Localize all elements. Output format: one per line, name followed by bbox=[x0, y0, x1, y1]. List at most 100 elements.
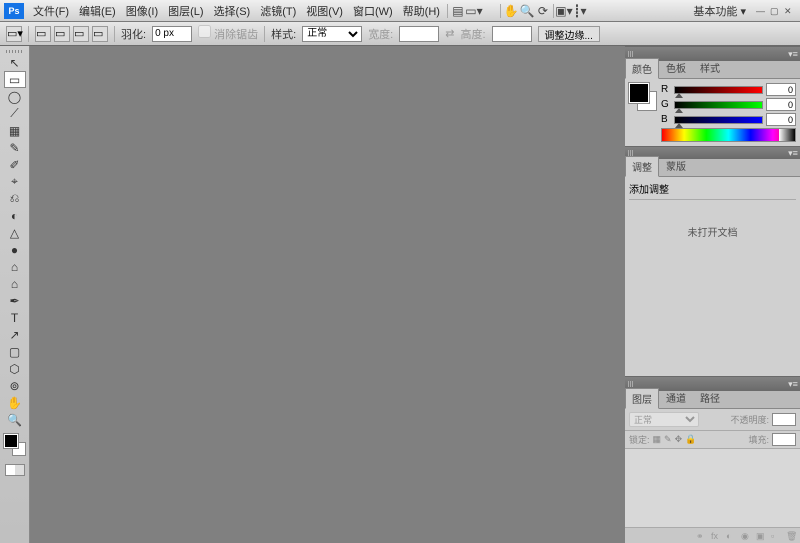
menu-layer[interactable]: 图层(L) bbox=[163, 3, 208, 19]
opacity-label: 不透明度: bbox=[730, 413, 769, 426]
selection-new-icon[interactable]: ▭ bbox=[35, 26, 51, 42]
eraser-tool[interactable]: △ bbox=[4, 224, 26, 241]
camera-tool[interactable]: ⊚ bbox=[4, 377, 26, 394]
blur-tool[interactable]: ⌂ bbox=[4, 258, 26, 275]
menu-select[interactable]: 选择(S) bbox=[209, 3, 256, 19]
workspace: ↖ ▭ ◯ ⟋ ▦ ✎ ✐ ⌖ ⎌ ◐ △ ● ⌂ ⌂ ✒ T ↗ ▢ ⬡ ⊚ … bbox=[0, 46, 800, 543]
minimize-button[interactable]: — bbox=[756, 6, 766, 16]
lasso-tool[interactable]: ◯ bbox=[4, 88, 26, 105]
selection-subtract-icon[interactable]: ▭ bbox=[73, 26, 89, 42]
link-layers-icon[interactable]: ⚭ bbox=[696, 531, 706, 541]
view-extras-icon[interactable]: ┋▾ bbox=[572, 3, 588, 19]
b-label: B bbox=[661, 114, 671, 125]
new-layer-icon[interactable]: ▫ bbox=[771, 531, 781, 541]
fg-swatch[interactable] bbox=[629, 83, 649, 103]
layers-panel: ▾≡ 图层 通道 路径 正常 不透明度: 锁定: ▦ ✎ ✥ 🔒 填充: bbox=[625, 376, 800, 543]
path-select-tool[interactable]: ↗ bbox=[4, 326, 26, 343]
refine-edge-button[interactable]: 调整边缘... bbox=[538, 26, 600, 42]
menu-edit[interactable]: 编辑(E) bbox=[74, 3, 121, 19]
panel-grip[interactable] bbox=[625, 51, 637, 57]
layer-fx-icon[interactable]: fx bbox=[711, 531, 721, 541]
color-swatches[interactable] bbox=[4, 434, 26, 458]
separator bbox=[447, 4, 448, 18]
marquee-tool[interactable]: ▭ bbox=[4, 71, 26, 88]
hand-tool[interactable]: ✋ bbox=[4, 394, 26, 411]
type-tool[interactable]: T bbox=[4, 309, 26, 326]
maximize-button[interactable]: ▢ bbox=[770, 6, 780, 16]
tab-adjustments[interactable]: 调整 bbox=[625, 156, 659, 177]
b-input[interactable] bbox=[766, 113, 796, 126]
menu-help[interactable]: 帮助(H) bbox=[398, 3, 445, 19]
selection-add-icon[interactable]: ▭ bbox=[54, 26, 70, 42]
new-adjustment-icon[interactable]: ◉ bbox=[741, 531, 751, 541]
zoom-level bbox=[482, 3, 498, 19]
tab-layers[interactable]: 图层 bbox=[625, 388, 659, 409]
tab-paths[interactable]: 路径 bbox=[693, 387, 727, 408]
selection-intersect-icon[interactable]: ▭ bbox=[92, 26, 108, 42]
heal-tool[interactable]: ✐ bbox=[4, 156, 26, 173]
crop-tool[interactable]: ▦ bbox=[4, 122, 26, 139]
b-slider[interactable] bbox=[674, 116, 763, 124]
wand-tool[interactable]: ⟋ bbox=[4, 105, 26, 122]
color-panel: ▾≡ 颜色 色板 样式 R G bbox=[625, 46, 800, 146]
tab-color[interactable]: 颜色 bbox=[625, 58, 659, 79]
menu-window[interactable]: 窗口(W) bbox=[348, 3, 398, 19]
gradient-tool[interactable]: ● bbox=[4, 241, 26, 258]
menu-image[interactable]: 图像(I) bbox=[121, 3, 163, 19]
panel-grip[interactable] bbox=[625, 381, 637, 387]
eyedropper-tool[interactable]: ✎ bbox=[4, 139, 26, 156]
3d-tool[interactable]: ⬡ bbox=[4, 360, 26, 377]
add-mask-icon[interactable]: ◐ bbox=[726, 531, 736, 541]
panel-menu-icon[interactable]: ▾≡ bbox=[786, 148, 800, 159]
pen-tool[interactable]: ✒ bbox=[4, 292, 26, 309]
workspace-switcher[interactable]: 基本功能 ▾ bbox=[689, 3, 750, 19]
delete-layer-icon[interactable]: 🗑 bbox=[786, 531, 796, 541]
quickmask-toggle[interactable] bbox=[5, 464, 25, 476]
foreground-color-swatch[interactable] bbox=[4, 434, 18, 448]
menu-view[interactable]: 视图(V) bbox=[301, 3, 348, 19]
zoom-tool[interactable]: 🔍 bbox=[4, 411, 26, 428]
tab-styles[interactable]: 样式 bbox=[693, 57, 727, 78]
separator bbox=[553, 4, 554, 18]
launch-bridge-icon[interactable]: ▤ bbox=[450, 3, 466, 19]
swap-icon: ⇄ bbox=[445, 27, 454, 40]
r-input[interactable] bbox=[766, 83, 796, 96]
separator bbox=[500, 4, 501, 18]
hand-tool-icon[interactable]: ✋ bbox=[503, 3, 519, 19]
tab-channels[interactable]: 通道 bbox=[659, 387, 693, 408]
arrange-docs-icon[interactable]: ▭▾ bbox=[466, 3, 482, 19]
rotate-view-icon[interactable]: ⟳ bbox=[535, 3, 551, 19]
width-input bbox=[399, 26, 439, 42]
shape-tool[interactable]: ▢ bbox=[4, 343, 26, 360]
antialias-checkbox: 消除锯齿 bbox=[198, 25, 258, 42]
brush-tool[interactable]: ⌖ bbox=[4, 173, 26, 190]
panel-color-swatches[interactable] bbox=[629, 83, 657, 111]
g-slider[interactable] bbox=[674, 101, 763, 109]
style-select[interactable]: 正常 bbox=[302, 26, 362, 42]
history-brush-tool[interactable]: ◐ bbox=[4, 207, 26, 224]
move-tool[interactable]: ↖ bbox=[4, 54, 26, 71]
spectrum-ramp[interactable] bbox=[661, 128, 796, 142]
separator bbox=[114, 26, 115, 42]
menu-filter[interactable]: 滤镜(T) bbox=[255, 3, 301, 19]
panel-menu-icon[interactable]: ▾≡ bbox=[786, 379, 800, 390]
zoom-tool-icon[interactable]: 🔍 bbox=[519, 3, 535, 19]
blend-mode-select[interactable]: 正常 bbox=[629, 412, 699, 427]
feather-input[interactable] bbox=[152, 26, 192, 42]
tab-masks[interactable]: 蒙版 bbox=[659, 155, 693, 176]
g-input[interactable] bbox=[766, 98, 796, 111]
menu-file[interactable]: 文件(F) bbox=[28, 3, 74, 19]
tool-preset-icon[interactable]: ▭▾ bbox=[6, 26, 22, 42]
close-button[interactable]: ✕ bbox=[784, 6, 794, 16]
separator bbox=[28, 26, 29, 42]
height-label: 高度: bbox=[460, 26, 485, 42]
new-group-icon[interactable]: ▣ bbox=[756, 531, 766, 541]
fill-input bbox=[772, 433, 796, 446]
dodge-tool[interactable]: ⌂ bbox=[4, 275, 26, 292]
screen-mode-icon[interactable]: ▣▾ bbox=[556, 3, 572, 19]
panel-menu-icon[interactable]: ▾≡ bbox=[786, 49, 800, 60]
tab-swatches[interactable]: 色板 bbox=[659, 57, 693, 78]
stamp-tool[interactable]: ⎌ bbox=[4, 190, 26, 207]
style-label: 样式: bbox=[271, 26, 296, 42]
r-slider[interactable] bbox=[674, 86, 763, 94]
